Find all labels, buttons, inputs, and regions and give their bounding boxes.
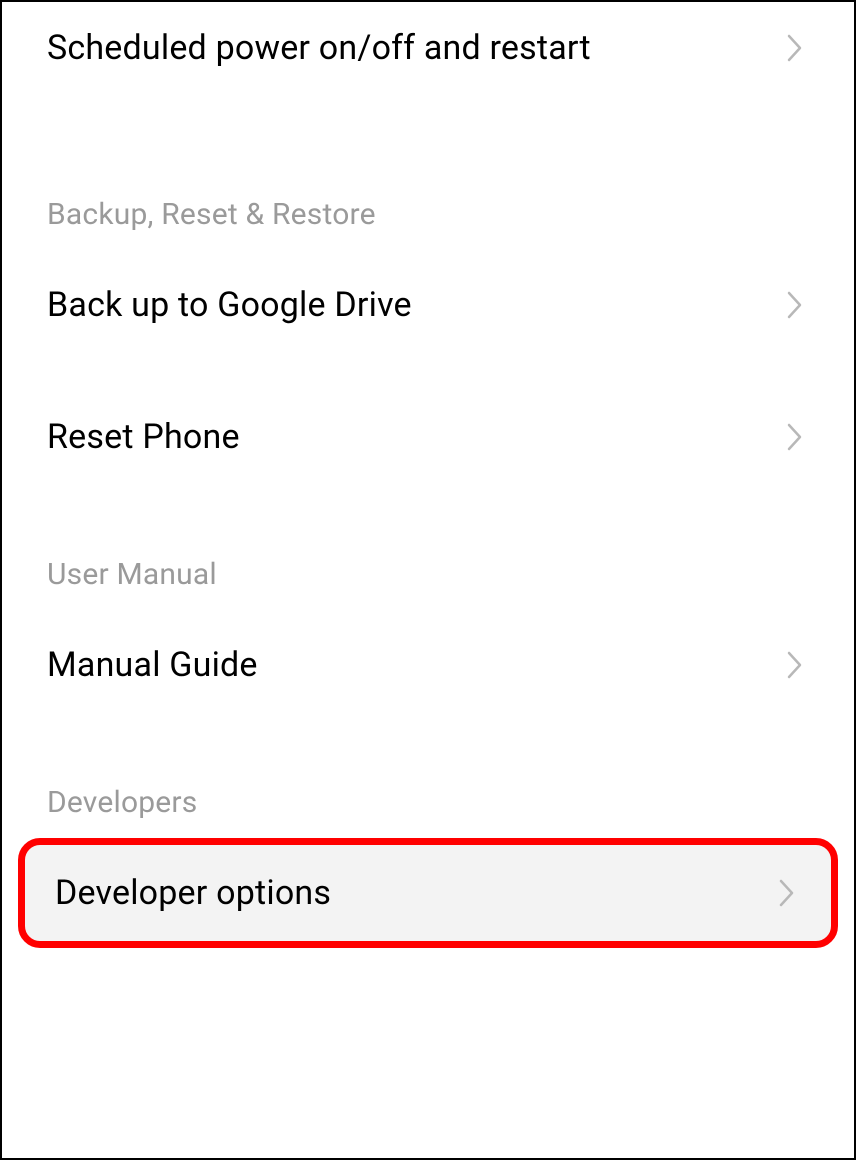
chevron-right-icon	[786, 33, 804, 63]
section-header-backup: Backup, Reset & Restore	[2, 112, 854, 250]
chevron-right-icon	[786, 650, 804, 680]
scheduled-power-label: Scheduled power on/off and restart	[47, 28, 591, 68]
settings-row-developer-options[interactable]: Developer options	[18, 838, 838, 948]
section-header-user-manual: User Manual	[2, 492, 854, 610]
manual-guide-label: Manual Guide	[47, 645, 258, 685]
section-header-developers: Developers	[2, 720, 854, 838]
settings-row-scheduled-power[interactable]: Scheduled power on/off and restart	[2, 2, 854, 112]
reset-phone-label: Reset Phone	[47, 417, 240, 457]
settings-row-reset-phone[interactable]: Reset Phone	[2, 382, 854, 492]
chevron-right-icon	[786, 422, 804, 452]
backup-google-label: Back up to Google Drive	[47, 285, 412, 325]
settings-row-manual-guide[interactable]: Manual Guide	[2, 610, 854, 720]
chevron-right-icon	[786, 290, 804, 320]
chevron-right-icon	[778, 878, 796, 908]
developer-options-label: Developer options	[55, 873, 331, 913]
settings-row-backup-google[interactable]: Back up to Google Drive	[2, 250, 854, 360]
